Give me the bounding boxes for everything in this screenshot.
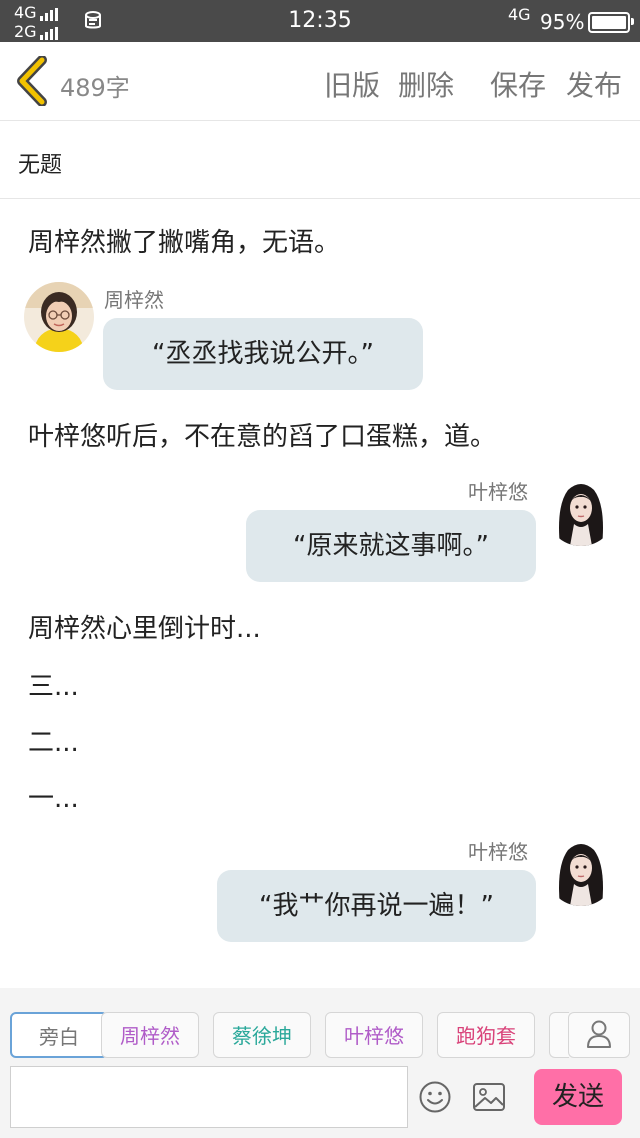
send-button[interactable]: 发送 [534,1069,622,1125]
dialog-bubble-right[interactable]: “我艹你再说一遍！” [217,870,536,942]
dialog-bubble-left[interactable]: “丞丞找我说公开。” [103,318,423,390]
save-button[interactable]: 保存 [490,64,546,104]
emoji-icon[interactable] [418,1080,452,1114]
network-right-label: 4G [508,5,531,24]
girl-long-hair-avatar-icon [546,476,616,546]
girl-long-hair-avatar-icon [546,836,616,906]
avatar[interactable] [24,282,94,352]
title-row[interactable]: 无题 [0,121,640,199]
role-chip[interactable]: 周梓然 [101,1012,199,1058]
avatar[interactable] [546,836,616,906]
role-chip[interactable]: 蔡徐坤 [213,1012,311,1058]
story-title[interactable]: 无题 [18,147,62,179]
avatar[interactable] [546,476,616,546]
narration-line[interactable]: 三... [28,666,79,703]
editor-toolbar: 489字 旧版 删除 保存 发布 [0,42,640,121]
message-input[interactable] [10,1066,408,1128]
narration-line[interactable]: 一... [28,778,79,815]
delete-button[interactable]: 删除 [398,64,454,104]
image-icon[interactable] [472,1082,506,1112]
role-chip[interactable]: 跑狗套 [437,1012,535,1058]
manage-roles-button[interactable] [568,1012,630,1058]
role-chip-narrator[interactable]: 旁白 [10,1012,108,1058]
battery-icon [588,12,634,33]
role-chip[interactable]: 叶梓悠 [325,1012,423,1058]
narration-line[interactable]: 二... [28,722,79,759]
battery-percent: 95% [540,10,585,34]
person-icon [587,1020,611,1048]
narration-line[interactable]: 叶梓悠听后，不在意的舀了口蛋糕，道。 [28,416,496,453]
role-chip-partial[interactable] [549,1012,569,1058]
narration-line[interactable]: 周梓然撇了撇嘴角，无语。 [28,222,340,259]
old-version-button[interactable]: 旧版 [324,64,380,104]
publish-button[interactable]: 发布 [566,64,622,104]
girl-glasses-yellow-avatar-icon [24,282,94,352]
speaker-name: 周梓然 [104,288,164,312]
status-bar: 4G 2G 12:35 4G 95% [0,0,640,42]
back-chevron-icon[interactable] [14,56,50,106]
speaker-name: 叶梓悠 [468,480,528,504]
dialog-bubble-right[interactable]: “原来就这事啊。” [246,510,536,582]
narration-line[interactable]: 周梓然心里倒计时... [28,608,261,645]
word-count: 489字 [60,74,130,102]
speaker-name: 叶梓悠 [468,840,528,864]
